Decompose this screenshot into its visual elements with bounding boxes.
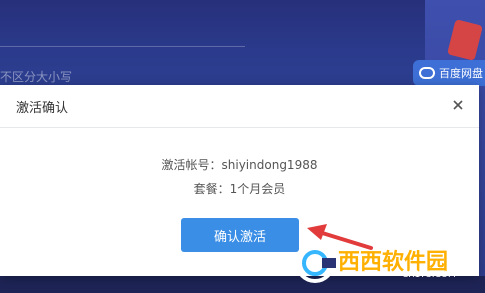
confirm-activate-button[interactable]: 确认激活 <box>181 218 299 252</box>
watermark-url: CR173.COM <box>402 270 456 280</box>
baidu-netdisk-badge: 百度网盘 <box>413 60 485 86</box>
site-watermark: 西西软件园 CR173.COM <box>292 238 472 288</box>
dialog-header: 激活确认 <box>0 85 479 128</box>
background-divider <box>0 46 245 47</box>
dialog-title: 激活确认 <box>16 101 69 116</box>
activation-info: 激活帐号：shiyindong1988 套餐：1个月会员 <box>0 153 479 201</box>
close-icon <box>453 100 463 110</box>
close-button[interactable] <box>449 96 467 114</box>
cloud-icon <box>419 67 435 79</box>
background-search-hint: 不区分大小写 <box>0 70 73 84</box>
account-line: 激活帐号：shiyindong1988 <box>161 158 318 172</box>
watermark-logo-icon <box>295 243 336 283</box>
package-line: 套餐：1个月会员 <box>193 182 286 196</box>
screen: 不区分大小写 百度网盘 激活确认 激活帐号：shiyindong1988 套餐：… <box>0 0 485 293</box>
baidu-label: 百度网盘 <box>439 67 483 80</box>
